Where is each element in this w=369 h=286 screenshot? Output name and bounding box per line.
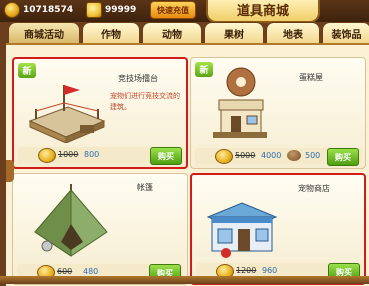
tab-decorations[interactable]: 装饰品 — [322, 22, 369, 43]
item-description: 宠物们进行竞技交流的建筑。 — [110, 92, 180, 111]
tab-animals[interactable]: 动物 — [142, 22, 202, 43]
shop-panel: 新 竞技场擂台 宠物们进行竞技交流的建筑。 1000 800 购买 新 蛋糕屋 — [6, 43, 369, 286]
sale-price: 480 — [83, 267, 99, 276]
tab-ground[interactable]: 地表 — [266, 22, 320, 43]
item-card-arena[interactable]: 新 竞技场擂台 宠物们进行竞技交流的建筑。 1000 800 购买 — [12, 57, 188, 169]
coin-icon — [38, 148, 56, 163]
tab-fruit-trees[interactable]: 果树 — [204, 22, 264, 43]
buy-button[interactable]: 购买 — [327, 148, 359, 166]
coin-amount: 10718574 — [23, 5, 74, 15]
item-name: 宠物商店 — [298, 184, 330, 193]
bottom-frame — [0, 276, 369, 284]
sale-price: 960 — [262, 266, 278, 275]
original-price: 600 — [57, 267, 73, 276]
item-name: 蛋糕屋 — [299, 73, 323, 82]
coin-icon — [215, 149, 233, 164]
item-name: 帐篷 — [137, 183, 153, 192]
item-card-cake-house[interactable]: 新 蛋糕屋 5000 4000 500 购买 — [190, 57, 366, 169]
cake-house-image — [213, 67, 267, 138]
arena-stage-image — [28, 85, 106, 143]
category-tabs: 商城活动 作物 动物 果树 地表 装饰品 — [8, 22, 369, 44]
original-price: 5000 — [235, 151, 256, 160]
price-bar: 5000 4000 500 购买 — [195, 148, 361, 166]
buy-button[interactable]: 购买 — [150, 147, 182, 165]
coin-icon — [4, 2, 20, 18]
recharge-button[interactable]: 快速充值 — [150, 1, 196, 19]
sale-price: 800 — [84, 150, 100, 159]
item-name: 竞技场擂台 — [118, 74, 158, 83]
seed-price: 500 — [305, 151, 321, 160]
pet-shop-image — [206, 202, 278, 258]
new-badge: 新 — [18, 63, 36, 78]
gem-amount: 99999 — [105, 5, 137, 15]
price-bar: 1000 800 购买 — [18, 147, 184, 165]
tab-events[interactable]: 商城活动 — [8, 22, 80, 43]
coin-counter: 10718574 — [4, 2, 73, 18]
scroll-left-arrow[interactable] — [6, 160, 14, 182]
seed-icon — [287, 150, 301, 161]
original-price: 1200 — [236, 266, 257, 275]
original-price: 1000 — [58, 150, 79, 159]
tent-image — [34, 184, 108, 257]
gem-counter: 99999 — [86, 2, 136, 18]
sale-price: 4000 — [261, 151, 282, 160]
top-bar: 10718574 99999 快速充值 道具商城 — [0, 0, 369, 23]
item-card-tent[interactable]: 帐篷 600 480 购买 — [12, 173, 188, 285]
shop-title: 道具商城 — [206, 0, 320, 23]
tab-crops[interactable]: 作物 — [82, 22, 140, 43]
item-card-pet-shop[interactable]: 宠物商店 1200 960 购买 — [190, 173, 366, 285]
gem-icon — [86, 2, 102, 18]
